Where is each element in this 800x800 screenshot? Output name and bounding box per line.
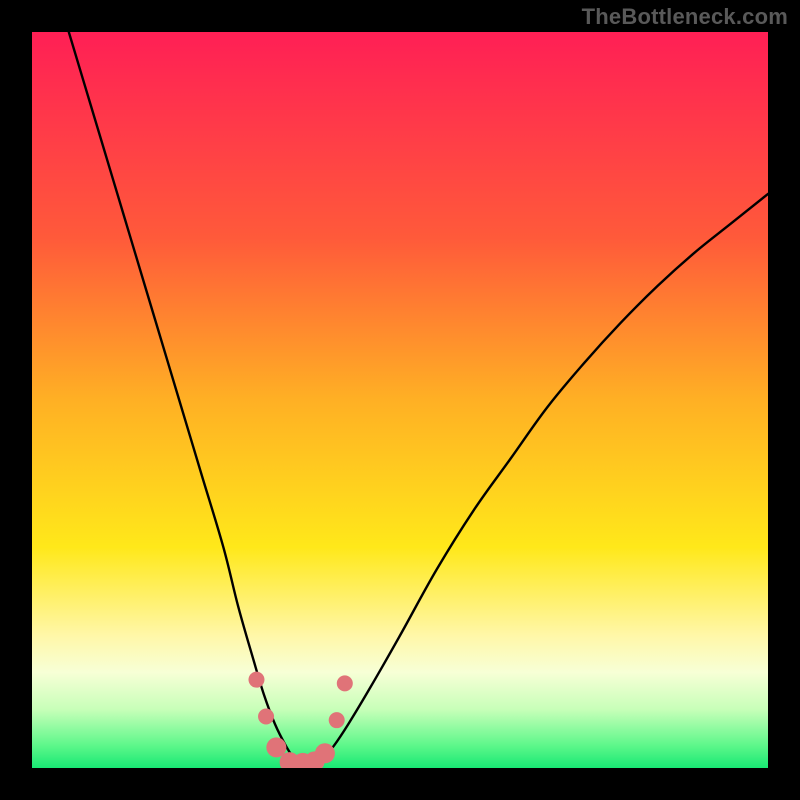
indicator-point <box>337 675 353 691</box>
indicator-point <box>258 708 274 724</box>
indicator-point <box>248 672 264 688</box>
chart-frame: TheBottleneck.com <box>0 0 800 800</box>
watermark: TheBottleneck.com <box>582 4 788 30</box>
plot-background <box>32 32 768 768</box>
indicator-point <box>315 743 335 763</box>
indicator-point <box>329 712 345 728</box>
bottleneck-chart <box>0 0 800 800</box>
